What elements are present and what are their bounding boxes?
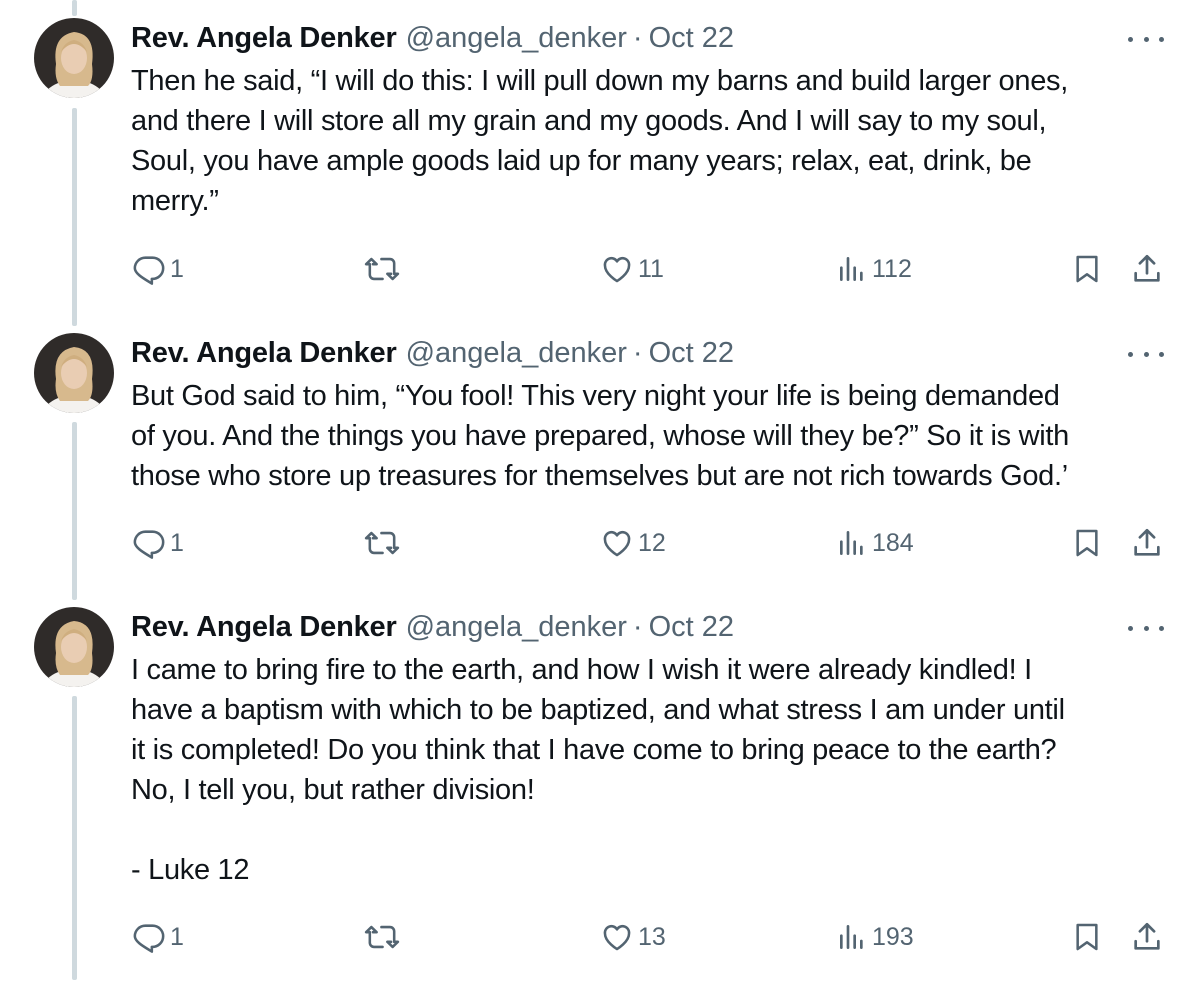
more-dot <box>1128 625 1133 631</box>
share-icon <box>1134 528 1160 556</box>
tweet-header: Rev. Angela Denker @angela_denker · Oct … <box>131 609 734 645</box>
reply-icon <box>133 530 165 559</box>
views-count: 193 <box>872 922 914 951</box>
tweet-text-line: I came to bring fire to the earth, and h… <box>131 654 1032 686</box>
retweet-icon <box>364 257 400 281</box>
tweet[interactable]: Rev. Angela Denker @angela_denker · Oct … <box>0 333 1204 583</box>
heart-icon <box>603 924 631 951</box>
more-icon[interactable] <box>1128 32 1164 46</box>
tweet[interactable]: Rev. Angela Denker @angela_denker · Oct … <box>0 607 1204 977</box>
tweet-text: Then he said, “I will do this: I will pu… <box>131 61 1171 221</box>
author-name[interactable]: Rev. Angela Denker <box>131 609 397 645</box>
reply-icon <box>133 256 165 285</box>
header-separator: · <box>632 337 643 369</box>
more-icon[interactable] <box>1128 347 1164 361</box>
reply-count: 1 <box>170 254 184 283</box>
tweet-text-line: it is completed! Do you think that I hav… <box>131 734 1057 766</box>
like-count: 12 <box>638 528 666 557</box>
author-name[interactable]: Rev. Angela Denker <box>131 20 397 56</box>
tweet-text: But God said to him, “You fool! This ver… <box>131 376 1171 496</box>
tweet-text-line: - Luke 12 <box>131 854 250 886</box>
tweet-text-line: No, I tell you, but rather division! <box>131 774 535 806</box>
tweet-text-line: Then he said, “I will do this: I will pu… <box>131 65 1068 97</box>
reply-icon <box>133 924 165 953</box>
reply-count: 1 <box>170 528 184 557</box>
reply-count: 1 <box>170 922 184 951</box>
bookmark-button[interactable] <box>1071 917 1103 957</box>
share-button[interactable] <box>1130 523 1164 563</box>
action-bar: 1 12 184 <box>0 523 1204 563</box>
thread-line <box>72 0 77 16</box>
more-dot <box>1159 351 1164 357</box>
tweet-text-line: have a baptism with which to be baptized… <box>131 694 1065 726</box>
bookmark-icon <box>1076 923 1098 951</box>
more-dot <box>1128 351 1133 357</box>
views-icon <box>840 531 863 555</box>
retweet-button[interactable] <box>363 523 405 563</box>
share-button[interactable] <box>1130 249 1164 289</box>
bookmark-button[interactable] <box>1071 523 1103 563</box>
reply-button[interactable]: 1 <box>132 523 184 563</box>
tweet-text-line: and there I will store all my grain and … <box>131 105 1047 137</box>
author-handle[interactable]: @angela_denker <box>406 609 627 645</box>
tweet-date[interactable]: Oct 22 <box>649 609 734 645</box>
share-icon <box>1134 922 1160 950</box>
tweet-date[interactable]: Oct 22 <box>649 335 734 371</box>
more-dot <box>1159 625 1164 631</box>
avatar[interactable] <box>34 18 114 98</box>
share-button[interactable] <box>1130 917 1164 957</box>
avatar[interactable] <box>34 333 114 413</box>
author-handle[interactable]: @angela_denker <box>406 20 627 56</box>
retweet-icon <box>364 531 400 555</box>
like-button[interactable]: 13 <box>600 917 666 957</box>
views-button[interactable]: 112 <box>836 249 912 289</box>
tweet-text-line: of you. And the things you have prepared… <box>131 420 1069 452</box>
bookmark-button[interactable] <box>1071 249 1103 289</box>
like-button[interactable]: 11 <box>600 249 664 289</box>
more-dot <box>1143 351 1149 357</box>
more-dot <box>1159 36 1164 42</box>
bookmark-icon <box>1076 529 1098 557</box>
tweet-text-line: merry.” <box>131 185 219 217</box>
tweet-header: Rev. Angela Denker @angela_denker · Oct … <box>131 335 734 371</box>
share-icon <box>1134 254 1160 282</box>
tweet-text-line: But God said to him, “You fool! This ver… <box>131 380 1060 412</box>
tweet-text-blank-line <box>131 810 1171 850</box>
bookmark-icon <box>1076 255 1098 283</box>
action-bar: 1 11 112 <box>0 249 1204 289</box>
views-button[interactable]: 184 <box>836 523 914 563</box>
retweet-button[interactable] <box>363 249 405 289</box>
tweet-text-line: those who store up treasures for themsel… <box>131 460 1068 492</box>
tweet[interactable]: Rev. Angela Denker @angela_denker · Oct … <box>0 18 1204 298</box>
header-separator: · <box>632 22 643 54</box>
action-bar: 1 13 193 <box>0 917 1204 957</box>
more-dot <box>1128 36 1133 42</box>
like-count: 13 <box>638 922 666 951</box>
like-count: 11 <box>638 254 664 283</box>
more-icon[interactable] <box>1128 621 1164 635</box>
author-name[interactable]: Rev. Angela Denker <box>131 335 397 371</box>
tweet-header: Rev. Angela Denker @angela_denker · Oct … <box>131 20 734 56</box>
like-button[interactable]: 12 <box>600 523 666 563</box>
heart-icon <box>603 256 631 283</box>
views-count: 112 <box>872 254 912 283</box>
header-separator: · <box>632 611 643 643</box>
views-count: 184 <box>872 528 914 557</box>
views-icon <box>840 257 863 281</box>
retweet-icon <box>364 925 400 949</box>
retweet-button[interactable] <box>363 917 405 957</box>
views-icon <box>840 925 863 949</box>
more-dot <box>1143 625 1149 631</box>
tweet-text-line: Soul, you have ample goods laid up for m… <box>131 145 1032 177</box>
more-dot <box>1143 36 1149 42</box>
reply-button[interactable]: 1 <box>132 249 184 289</box>
author-handle[interactable]: @angela_denker <box>406 335 627 371</box>
tweet-date[interactable]: Oct 22 <box>649 20 734 56</box>
avatar[interactable] <box>34 607 114 687</box>
tweet-text: I came to bring fire to the earth, and h… <box>131 650 1171 890</box>
views-button[interactable]: 193 <box>836 917 914 957</box>
heart-icon <box>603 530 631 557</box>
reply-button[interactable]: 1 <box>132 917 184 957</box>
